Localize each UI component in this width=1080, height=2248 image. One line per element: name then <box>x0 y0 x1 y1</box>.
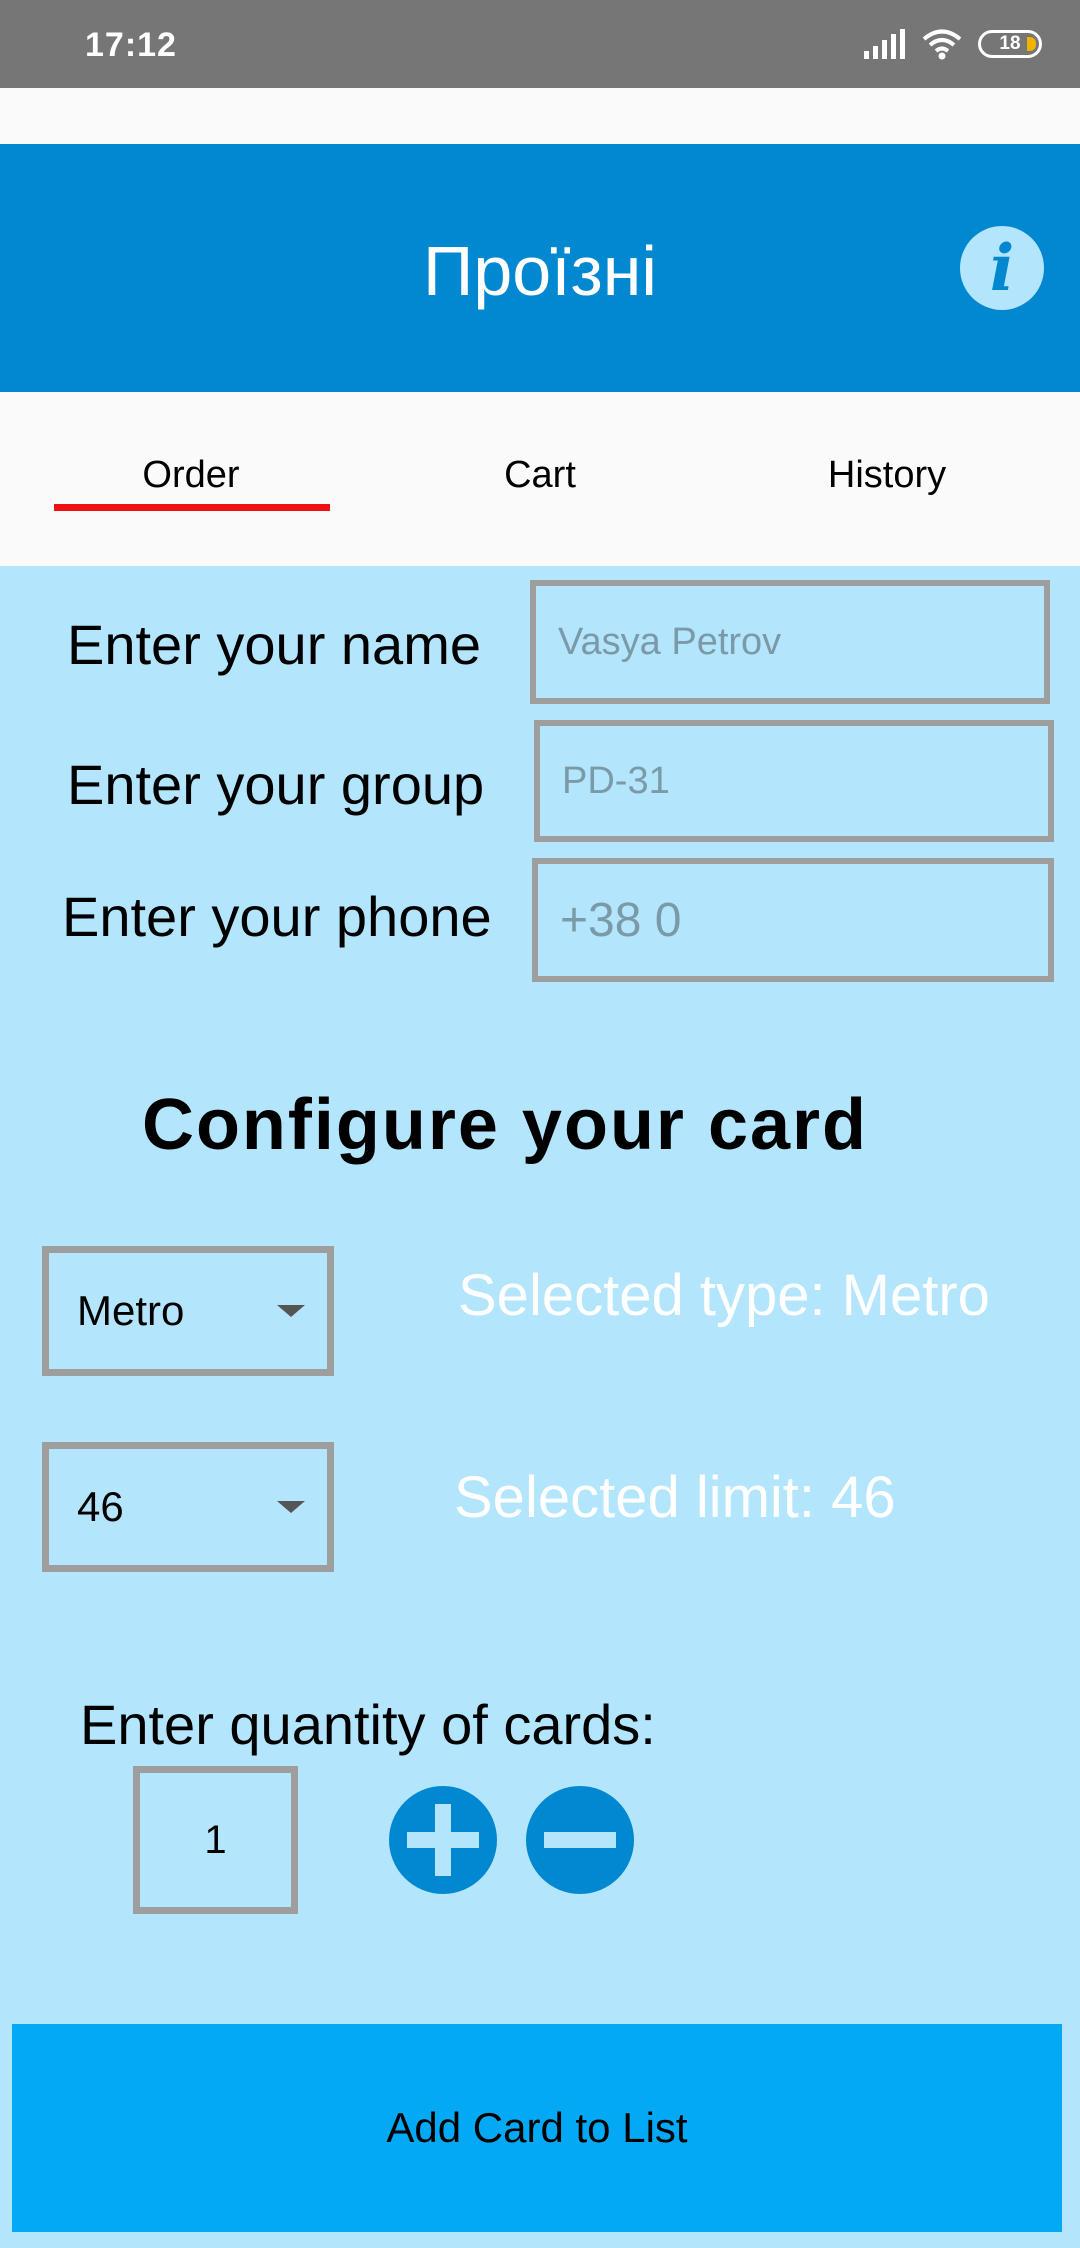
tab-order[interactable]: Order <box>18 454 364 497</box>
app-bar: Проїзні <box>0 144 1080 392</box>
app-title: Проїзні <box>423 232 657 310</box>
chevron-down-icon <box>277 1501 305 1513</box>
add-card-button[interactable]: Add Card to List <box>12 2024 1062 2232</box>
quantity-field[interactable]: 1 <box>133 1766 298 1914</box>
battery-icon: 18 <box>978 30 1042 58</box>
status-bar: 17:12 18 <box>0 0 1080 88</box>
group-label: Enter your group <box>67 753 485 816</box>
signal-icon <box>864 29 905 59</box>
group-field[interactable]: PD-31 <box>534 720 1054 842</box>
configure-title: Configure your card <box>141 1085 869 1165</box>
card-type-value: Metro <box>77 1287 185 1334</box>
minus-icon <box>544 1832 616 1848</box>
selected-limit-text: Selected limit: 46 <box>454 1465 896 1530</box>
card-limit-dropdown[interactable]: 46 <box>42 1442 334 1572</box>
card-limit-value: 46 <box>77 1483 124 1530</box>
battery-level: 18 <box>999 33 1021 54</box>
plus-button[interactable] <box>389 1786 497 1894</box>
status-time: 17:12 <box>85 26 177 64</box>
name-label: Enter your name <box>67 613 481 676</box>
minus-button[interactable] <box>526 1786 634 1894</box>
quantity-label: Enter quantity of cards: <box>80 1693 656 1756</box>
phone-label: Enter your phone <box>62 885 492 948</box>
wifi-icon <box>922 29 962 60</box>
chevron-down-icon <box>277 1305 305 1317</box>
info-icon[interactable]: i <box>960 226 1044 310</box>
tab-bar: Order Cart History <box>0 392 1080 566</box>
card-type-dropdown[interactable]: Metro <box>42 1246 334 1376</box>
order-form: Enter your name Vasya Petrov Enter your … <box>0 566 1080 2248</box>
tab-indicator <box>54 504 330 511</box>
tab-cart[interactable]: Cart <box>367 454 713 497</box>
spacer <box>0 88 1080 144</box>
selected-type-text: Selected type: Metro <box>458 1263 990 1328</box>
name-field[interactable]: Vasya Petrov <box>530 580 1050 704</box>
tab-history[interactable]: History <box>714 454 1060 497</box>
status-icons: 18 <box>864 28 1042 60</box>
phone-field[interactable]: +38 0 <box>532 858 1054 982</box>
